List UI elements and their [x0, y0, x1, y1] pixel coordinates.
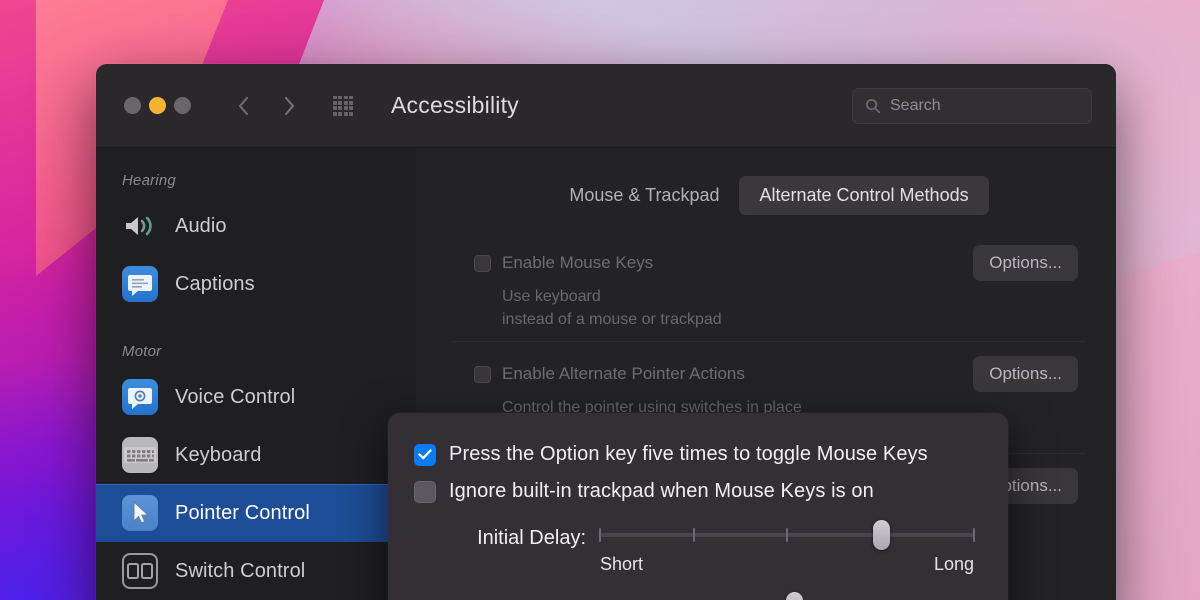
sidebar-item-switch-control[interactable]: Switch Control	[96, 542, 416, 600]
tab-bar: Mouse & Trackpad Alternate Control Metho…	[452, 176, 1086, 215]
slider-tick	[973, 528, 975, 542]
sidebar-item-audio[interactable]: Audio	[96, 197, 416, 255]
sidebar-item-voice-control[interactable]: Voice Control	[96, 368, 416, 426]
initial-delay-max-label: Long	[934, 554, 974, 575]
desktop-wallpaper: Accessibility Hearing	[0, 0, 1200, 600]
tab-alternate-control-methods[interactable]: Alternate Control Methods	[739, 176, 988, 215]
maximize-window-button[interactable]	[174, 97, 191, 114]
accessibility-sidebar: Hearing Audio	[96, 148, 416, 600]
option-key-toggle-checkbox[interactable]	[414, 444, 436, 466]
initial-delay-slider-block: Initial Delay: Short Long	[414, 523, 974, 575]
tab-mouse-trackpad[interactable]: Mouse & Trackpad	[549, 176, 739, 215]
search-icon	[865, 98, 881, 114]
show-all-grid-icon[interactable]	[333, 96, 353, 116]
close-window-button[interactable]	[124, 97, 141, 114]
sidebar-item-pointer-control[interactable]: Pointer Control	[96, 484, 416, 542]
ignore-trackpad-label: Ignore built-in trackpad when Mouse Keys…	[449, 480, 874, 503]
checkbox-label: Enable Alternate Pointer Actions	[502, 364, 745, 384]
search-field[interactable]	[852, 88, 1092, 124]
slider-tick	[786, 528, 788, 542]
maximum-speed-slider[interactable]: Slow Fast	[600, 595, 974, 600]
option-key-toggle-row: Press the Option key five times to toggl…	[414, 443, 974, 466]
system-preferences-window: Accessibility Hearing	[96, 64, 1116, 600]
forward-chevron-icon[interactable]	[281, 93, 301, 119]
pointer-control-icon	[122, 495, 158, 531]
row-enable-alternate-pointer-actions: Enable Alternate Pointer Actions Options…	[452, 352, 1086, 396]
sidebar-item-captions[interactable]: Captions	[96, 255, 416, 313]
keyboard-icon	[122, 437, 158, 473]
window-body: Hearing Audio	[96, 148, 1116, 600]
sidebar-item-label: Keyboard	[175, 444, 261, 467]
sidebar-item-label: Switch Control	[175, 560, 305, 583]
initial-delay-slider[interactable]: Short Long	[600, 523, 974, 575]
checkbox-box	[474, 366, 491, 383]
page-title: Accessibility	[391, 92, 519, 119]
row-enable-mouse-keys: Enable Mouse Keys Options...	[452, 241, 1086, 285]
sidebar-group-hearing-label: Hearing	[96, 172, 416, 197]
checkbox-label: Enable Mouse Keys	[502, 253, 653, 273]
sidebar-group-motor-label: Motor	[96, 313, 416, 368]
window-titlebar: Accessibility	[96, 64, 1116, 148]
maximum-speed-track[interactable]	[600, 595, 974, 600]
ignore-trackpad-row: Ignore built-in trackpad when Mouse Keys…	[414, 480, 974, 503]
captions-icon	[122, 266, 158, 302]
initial-delay-endcaps: Short Long	[600, 554, 974, 575]
maximum-speed-label: Maximum Speed:	[414, 595, 600, 600]
sidebar-item-label: Captions	[175, 273, 255, 296]
navigation-group	[235, 93, 353, 119]
mouse-keys-description-line-1: Use keyboard	[452, 285, 1086, 308]
minimize-window-button[interactable]	[149, 97, 166, 114]
slider-tick	[599, 528, 601, 542]
traffic-light-group	[124, 97, 191, 114]
initial-delay-min-label: Short	[600, 554, 643, 575]
slider-thumb[interactable]	[873, 520, 890, 550]
ignore-trackpad-checkbox[interactable]	[414, 481, 436, 503]
back-chevron-icon[interactable]	[235, 93, 255, 119]
option-key-toggle-label: Press the Option key five times to toggl…	[449, 443, 928, 466]
sidebar-item-label: Pointer Control	[175, 502, 310, 525]
mouse-keys-options-dialog: Press the Option key five times to toggl…	[388, 413, 1008, 600]
enable-mouse-keys-checkbox[interactable]: Enable Mouse Keys	[474, 253, 653, 273]
sidebar-item-label: Voice Control	[175, 386, 295, 409]
sidebar-item-keyboard[interactable]: Keyboard	[96, 426, 416, 484]
alternate-pointer-options-button[interactable]: Options...	[973, 356, 1078, 392]
voice-control-icon	[122, 379, 158, 415]
initial-delay-track[interactable]	[600, 523, 974, 547]
checkbox-box	[474, 255, 491, 272]
alternate-pointer-actions-checkbox[interactable]: Enable Alternate Pointer Actions	[474, 364, 745, 384]
switch-control-icon	[122, 553, 158, 589]
slider-tick	[693, 528, 695, 542]
sidebar-item-label: Audio	[175, 215, 227, 238]
mouse-keys-description-line-2: instead of a mouse or trackpad	[452, 308, 1086, 331]
divider	[452, 341, 1086, 342]
search-input[interactable]	[890, 97, 1079, 115]
audio-speaker-icon	[122, 208, 158, 244]
slider-thumb[interactable]	[786, 592, 803, 600]
maximum-speed-slider-block: Maximum Speed: Slow Fast	[414, 595, 974, 600]
initial-delay-label: Initial Delay:	[414, 523, 600, 550]
mouse-keys-options-button[interactable]: Options...	[973, 245, 1078, 281]
